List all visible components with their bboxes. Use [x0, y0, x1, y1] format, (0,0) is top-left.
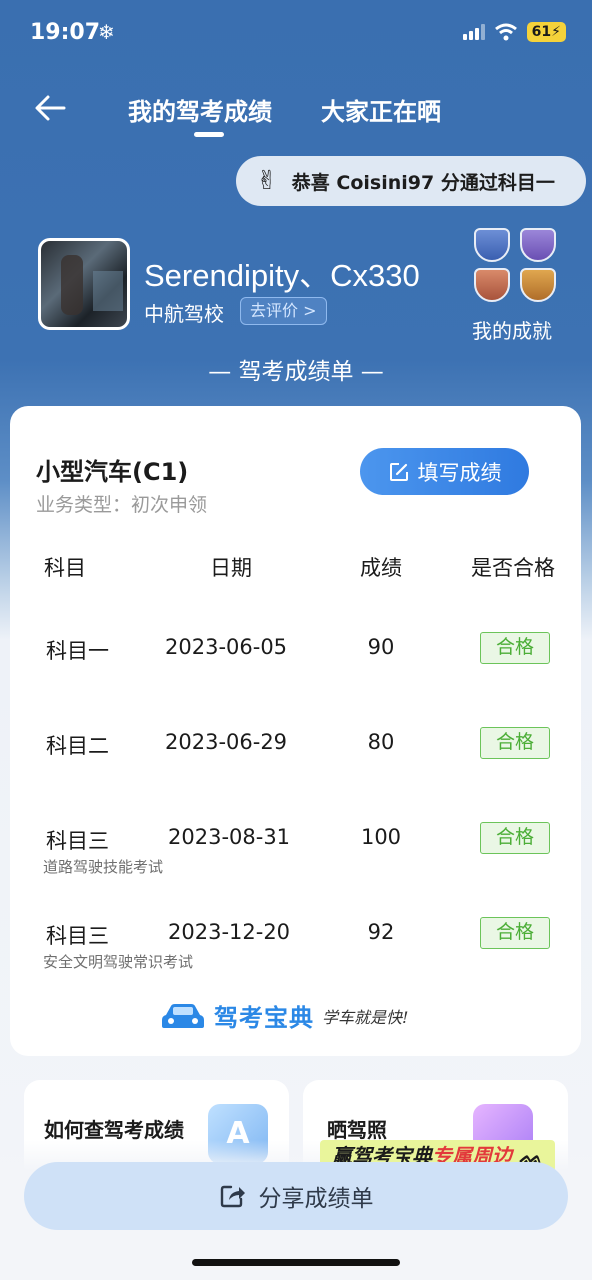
row-date: 2023-08-31: [168, 825, 291, 849]
business-type: 业务类型：初次申领: [36, 494, 208, 516]
congrats-banner: ✌ 恭喜 Coisini97 分通过科目一: [236, 156, 586, 206]
tab-my-scores[interactable]: 我的驾考成绩: [128, 92, 272, 127]
battery-indicator: 61⚡: [526, 22, 566, 42]
username: Serendipity、Cx330: [144, 258, 420, 293]
row-date: 2023-12-20: [168, 920, 291, 944]
share-label: 分享成绩单: [258, 1186, 374, 1212]
status-bar: 19:07 ❄ 61⚡: [0, 0, 592, 70]
review-button[interactable]: 去评价 >: [240, 297, 327, 325]
row-note: 安全文明驾驶常识考试: [43, 953, 194, 971]
row-date: 2023-06-05: [165, 635, 288, 659]
pass-badge: 合格: [480, 822, 550, 854]
row-score: 100: [360, 825, 402, 849]
fill-scores-button[interactable]: 填写成绩: [360, 448, 529, 495]
achievements-label[interactable]: 我的成就: [472, 315, 552, 344]
share-icon: [220, 1185, 245, 1208]
badge-icon: [474, 268, 510, 302]
pass-badge: 合格: [480, 632, 550, 664]
header-date: 日期: [210, 556, 252, 580]
back-arrow-icon[interactable]: [30, 88, 70, 128]
row-date: 2023-06-29: [165, 730, 288, 754]
row-note: 道路驾驶技能考试: [43, 858, 164, 876]
cellular-signal-icon: [462, 24, 485, 40]
car-icon: [162, 1003, 204, 1028]
fill-scores-label: 填写成绩: [417, 460, 502, 485]
vehicle-class: 小型汽车(C1): [36, 458, 189, 486]
tab-everyone-sharing[interactable]: 大家正在晒: [321, 92, 441, 127]
driving-school-name: 中航驾校: [144, 302, 224, 326]
congrats-text: 恭喜 Coisini97 分通过科目一: [291, 171, 555, 194]
avatar[interactable]: [38, 238, 130, 330]
brand-slogan: 学车就是快!: [322, 1007, 409, 1027]
row-score: 90: [367, 635, 395, 659]
score-card: 小型汽车(C1) 业务类型：初次申领 填写成绩 科目 日期 成绩 是否合格 科目…: [10, 406, 581, 1056]
row-subject: 科目一: [46, 639, 109, 663]
brand-logo: 驾考宝典 学车就是快!: [160, 998, 408, 1033]
row-score: 80: [367, 730, 395, 754]
row-subject: 科目三: [46, 924, 109, 948]
victory-hand-icon: ✌: [256, 166, 278, 196]
snowflake-icon: ❄: [98, 20, 115, 44]
badge-icon: [520, 228, 556, 262]
battery-level: 61: [531, 24, 552, 40]
how-to-check-scores-title: 如何查驾考成绩: [44, 1118, 184, 1142]
row-subject: 科目三: [46, 829, 109, 853]
share-license-title: 晒驾照: [327, 1118, 387, 1142]
row-subject: 科目二: [46, 734, 109, 758]
active-tab-indicator: [194, 132, 224, 137]
badge-icon: [520, 268, 556, 302]
header-score: 成绩: [360, 556, 402, 580]
edit-icon: [389, 462, 408, 481]
pass-badge: 合格: [480, 917, 550, 949]
home-indicator[interactable]: [192, 1259, 400, 1266]
header-pass: 是否合格: [471, 556, 555, 580]
brand-name: 驾考宝典: [214, 1004, 314, 1032]
status-time: 19:07: [30, 20, 101, 45]
wifi-icon: [494, 23, 517, 41]
row-score: 92: [367, 920, 395, 944]
score-sheet-title: — 驾考成绩单 —: [208, 359, 384, 385]
badge-icon: [474, 228, 510, 262]
header-subject: 科目: [44, 556, 86, 580]
share-score-sheet-button[interactable]: 分享成绩单: [24, 1162, 568, 1230]
pass-badge: 合格: [480, 727, 550, 759]
achievement-badges[interactable]: [472, 228, 562, 308]
top-nav: 我的驾考成绩 大家正在晒: [0, 80, 592, 140]
